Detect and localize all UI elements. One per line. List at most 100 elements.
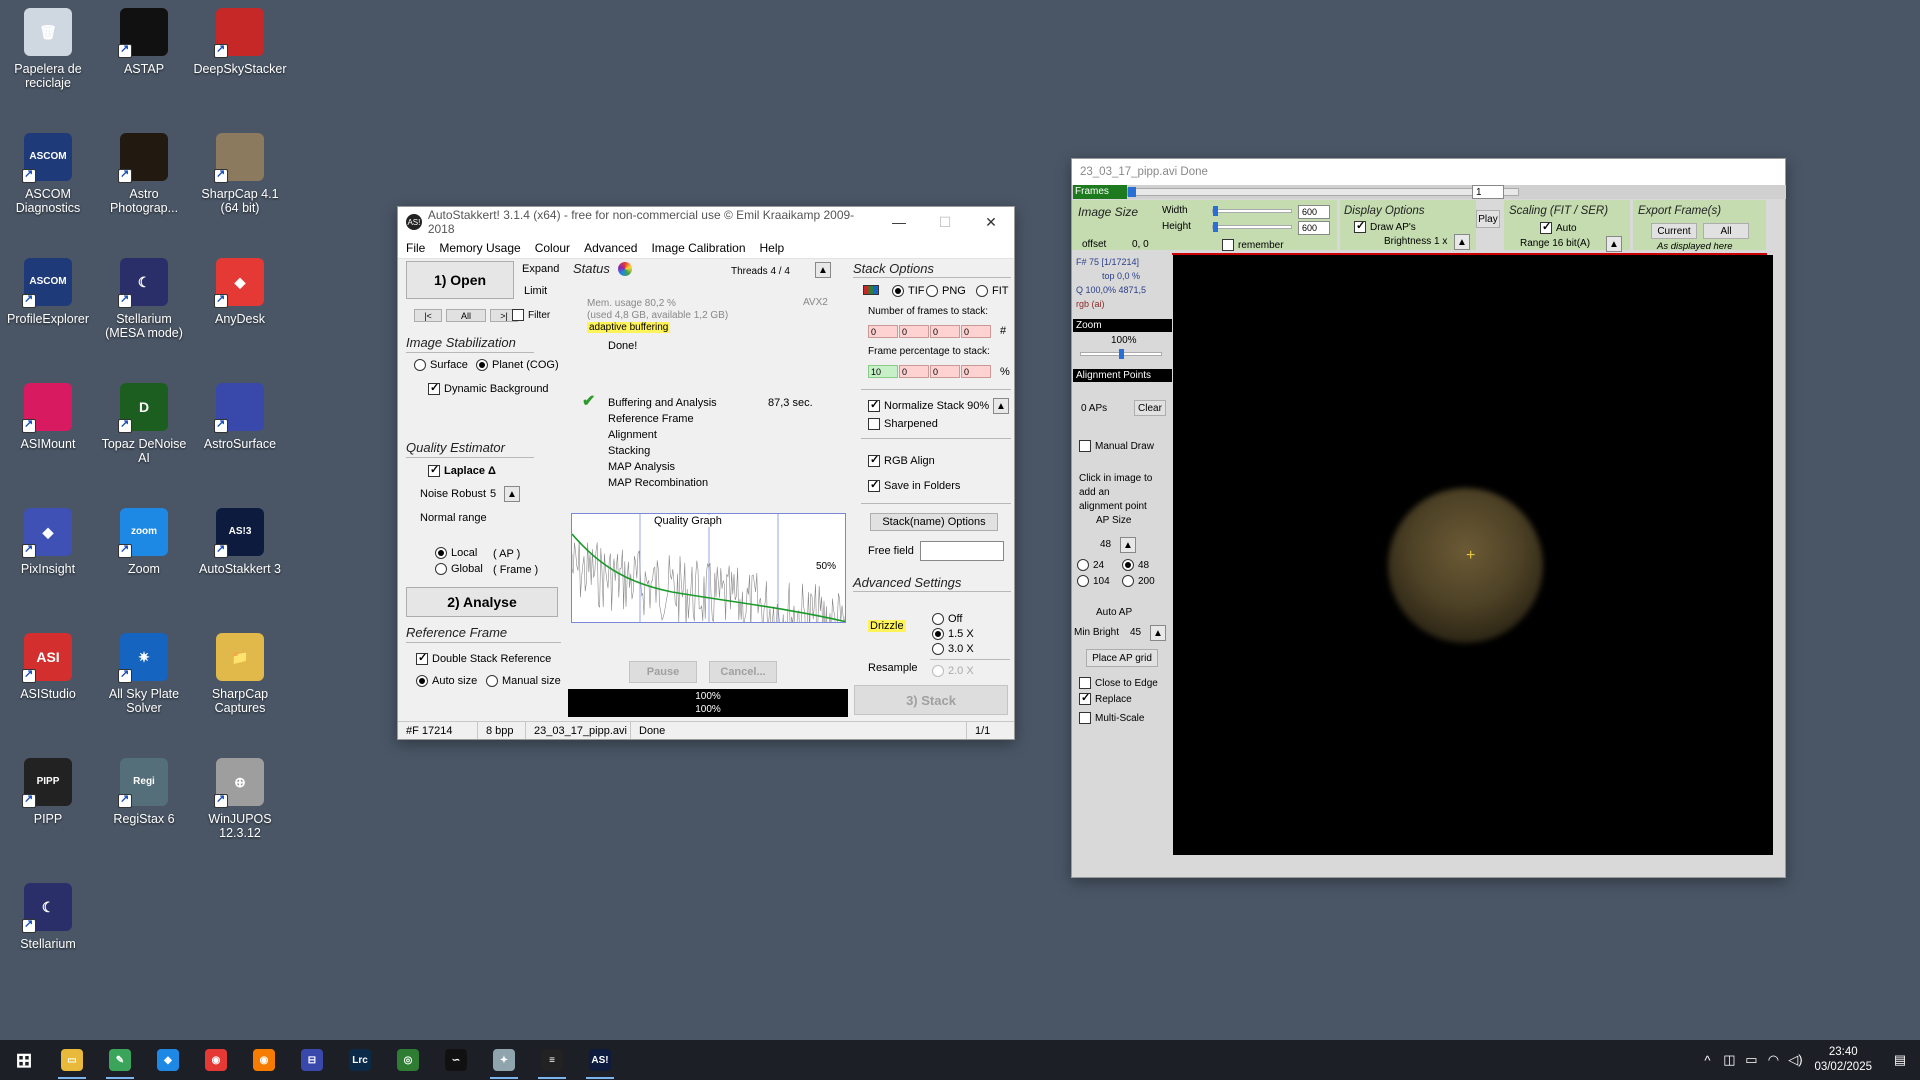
menu-item[interactable]: Help [760, 241, 785, 255]
desktop-icon[interactable]: ⊕ WinJUPOS 12.3.12 [192, 758, 288, 840]
desktop-icon[interactable]: ☾ Stellarium [0, 883, 96, 951]
sharpened-checkbox[interactable]: Sharpened [868, 418, 938, 430]
network-icon[interactable]: ⊟ [288, 1040, 336, 1080]
desktop-icon[interactable]: Astro Photograp... [96, 133, 192, 215]
astro-app-icon[interactable]: ∽ [432, 1040, 480, 1080]
autostakkert-titlebar[interactable]: AS! AutoStakkert! 3.1.4 (x64) - free for… [398, 207, 1014, 237]
brightness-stepper[interactable]: ▲ [1454, 234, 1470, 250]
limit-label[interactable]: Limit [524, 285, 547, 297]
stack-name-options-button[interactable]: Stack(name) Options [870, 513, 998, 531]
viewer-titlebar[interactable]: 23_03_17_pipp.avi Done [1072, 159, 1785, 185]
resample-2x-radio[interactable]: 2.0 X [932, 665, 974, 677]
ap-24-radio[interactable]: 24 [1077, 559, 1104, 571]
stack-value-input[interactable]: 0 [899, 365, 929, 378]
desktop-icon[interactable]: zoom Zoom [96, 508, 192, 576]
width-input[interactable]: 600 [1298, 205, 1330, 219]
play-button[interactable]: Play [1476, 210, 1500, 228]
close-icon[interactable]: ✕ [968, 207, 1014, 237]
auto-size-radio[interactable]: Auto size [416, 675, 477, 687]
battery-icon[interactable]: ▭ [1740, 1052, 1762, 1068]
desktop-icon[interactable]: 🗑 Papelera de reciclaje [0, 8, 96, 90]
open-button[interactable]: 1) Open [406, 261, 514, 299]
maximize-icon[interactable]: ☐ [922, 207, 968, 237]
manual-draw-checkbox[interactable]: Manual Draw [1079, 440, 1154, 452]
ap-size-stepper[interactable]: ▲ [1120, 537, 1136, 553]
global-radio[interactable]: Global [435, 563, 483, 575]
notification-icon[interactable]: ▤ [1880, 1052, 1920, 1068]
wifi-icon[interactable]: ◠ [1762, 1052, 1784, 1068]
stack-value-input[interactable]: 0 [930, 365, 960, 378]
drizzle-1-5x-radio[interactable]: 1.5 X [932, 628, 974, 640]
green-app-icon[interactable]: ◎ [384, 1040, 432, 1080]
color-wheel-icon[interactable] [618, 262, 632, 276]
filter-checkbox[interactable]: Filter [512, 309, 550, 321]
expand-label[interactable]: Expand [522, 263, 559, 275]
manual-size-radio[interactable]: Manual size [486, 675, 561, 687]
height-input[interactable]: 600 [1298, 221, 1330, 235]
draw-aps-checkbox[interactable]: Draw AP's [1354, 219, 1416, 233]
ap-48-radio[interactable]: 48 [1122, 559, 1149, 571]
firefox-icon[interactable]: ◉ [240, 1040, 288, 1080]
export-current-button[interactable]: Current [1651, 223, 1697, 239]
double-stack-checkbox[interactable]: Double Stack Reference [416, 651, 551, 665]
windows-start-icon[interactable]: ⊞ [0, 1040, 48, 1080]
menu-item[interactable]: File [406, 241, 425, 255]
rgb-align-checkbox[interactable]: RGB Align [868, 453, 935, 467]
frames-slider-thumb[interactable] [1128, 187, 1136, 197]
frame-number-input[interactable]: 1 [1472, 185, 1504, 199]
desktop-icon[interactable]: D Topaz DeNoise AI [96, 383, 192, 465]
clear-aps-button[interactable]: Clear [1134, 400, 1166, 416]
local-radio[interactable]: Local [435, 547, 477, 559]
tif-radio[interactable]: TIF [892, 285, 925, 297]
desktop-icon[interactable]: AstroSurface [192, 383, 288, 451]
frames-slider[interactable] [1127, 187, 1519, 197]
desktop-icon[interactable]: DeepSkyStacker [192, 8, 288, 76]
fit-radio[interactable]: FIT [976, 285, 1009, 297]
multi-scale-checkbox[interactable]: Multi-Scale [1079, 712, 1144, 724]
desktop-icon[interactable]: ASTAP [96, 8, 192, 76]
place-ap-grid-button[interactable]: Place AP grid [1086, 649, 1158, 667]
analyse-button[interactable]: 2) Analyse [406, 587, 558, 617]
autostakkert-icon[interactable]: AS! [576, 1040, 624, 1080]
lightroom-icon[interactable]: Lrc [336, 1040, 384, 1080]
noise-robust-stepper[interactable]: ▲ [504, 486, 520, 502]
desktop-icon[interactable]: Regi RegiStax 6 [96, 758, 192, 826]
stack-button[interactable]: 3) Stack [854, 685, 1008, 715]
volume-icon[interactable]: ◁) [1784, 1052, 1806, 1068]
minimize-icon[interactable]: — [876, 207, 922, 237]
vscode-icon[interactable]: ◆ [144, 1040, 192, 1080]
all-frames-button[interactable]: All [446, 309, 486, 322]
desktop-icon[interactable]: ASCOM ProfileExplorer [0, 258, 96, 326]
replace-checkbox[interactable]: Replace [1079, 691, 1132, 705]
paint-icon[interactable]: ✦ [480, 1040, 528, 1080]
export-all-button[interactable]: All [1703, 223, 1749, 239]
desktop-icon[interactable]: ◆ AnyDesk [192, 258, 288, 326]
desktop-icon[interactable]: ✷ All Sky Plate Solver [96, 633, 192, 715]
menu-item[interactable]: Colour [535, 241, 570, 255]
clock[interactable]: 23:40 03/02/2025 [1806, 1045, 1880, 1075]
width-slider[interactable] [1212, 206, 1292, 216]
ap-104-radio[interactable]: 104 [1077, 575, 1110, 587]
notepad-icon[interactable]: ✎ [96, 1040, 144, 1080]
menu-item[interactable]: Image Calibration [651, 241, 745, 255]
free-field-input[interactable] [920, 541, 1004, 561]
normalize-stepper[interactable]: ▲ [993, 398, 1009, 414]
pause-button[interactable]: Pause [629, 661, 697, 683]
desktop-icon[interactable]: PIPP PIPP [0, 758, 96, 826]
desktop-icon[interactable]: ASCOM ASCOM Diagnostics [0, 133, 96, 215]
menu-item[interactable]: Advanced [584, 241, 637, 255]
drizzle-3x-radio[interactable]: 3.0 X [932, 643, 974, 655]
remember-checkbox[interactable]: remember [1222, 239, 1284, 251]
first-frame-button[interactable]: |< [414, 309, 442, 322]
desktop-icon[interactable]: AS!3 AutoStakkert 3 [192, 508, 288, 576]
cancel-button[interactable]: Cancel... [709, 661, 777, 683]
png-radio[interactable]: PNG [926, 285, 966, 297]
chrome-icon[interactable]: ◉ [192, 1040, 240, 1080]
surface-radio[interactable]: Surface [414, 359, 468, 371]
planet-radio[interactable]: Planet (COG) [476, 359, 559, 371]
range-stepper[interactable]: ▲ [1606, 236, 1622, 252]
desktop-icon[interactable]: ◆ PixInsight [0, 508, 96, 576]
stack-value-input[interactable]: 0 [899, 325, 929, 338]
close-to-edge-checkbox[interactable]: Close to Edge [1079, 677, 1158, 689]
zoom-slider[interactable] [1080, 349, 1162, 359]
